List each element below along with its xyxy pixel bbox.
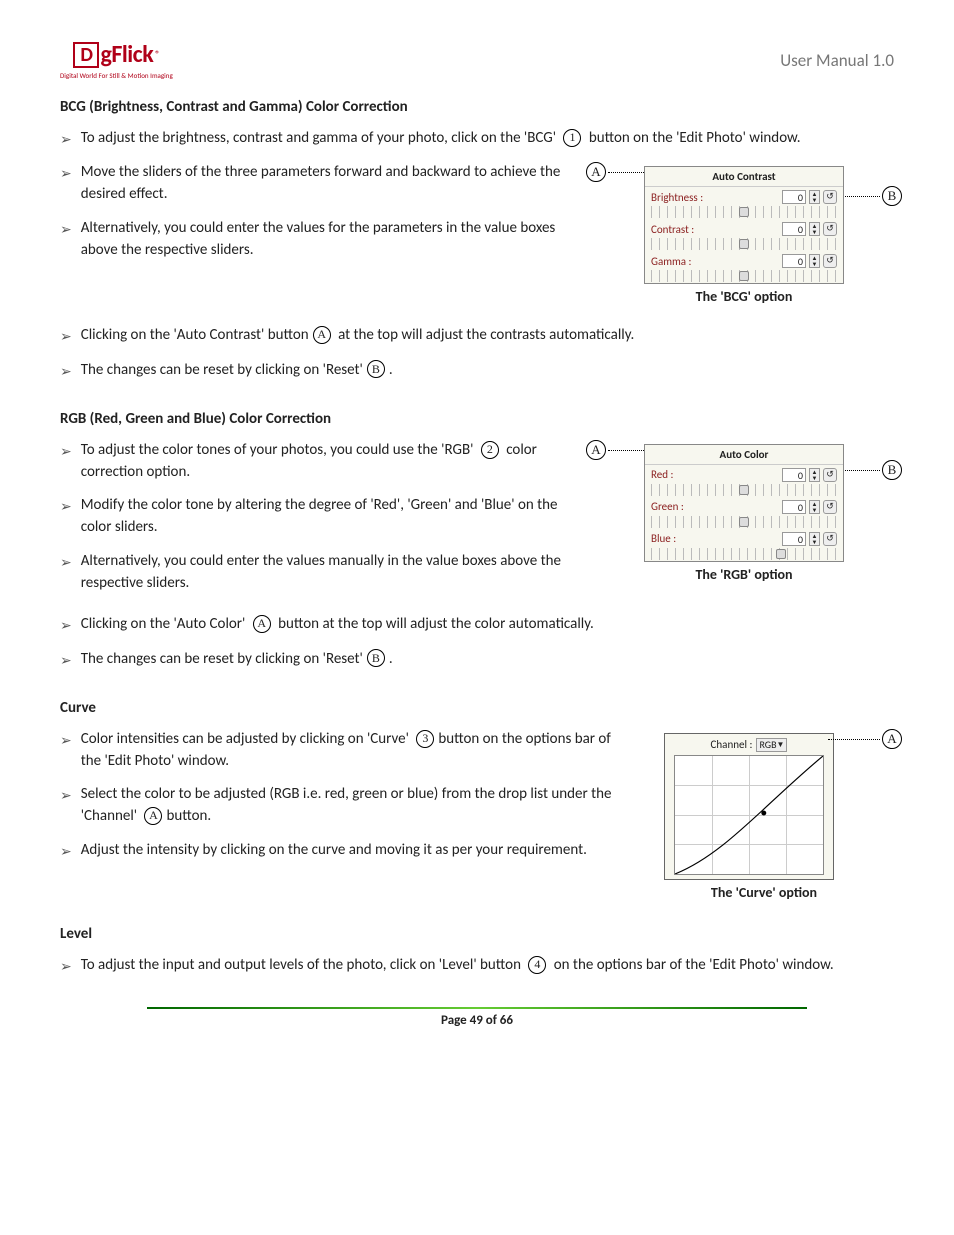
logo: DgFlick® Digital World For Still & Motio… <box>60 40 173 80</box>
mark-4-icon: 4 <box>528 956 546 974</box>
panel-caption: The 'Curve' option <box>634 884 894 901</box>
reset-icon[interactable]: ↺ <box>823 222 837 236</box>
callout-A-icon: A <box>586 440 606 460</box>
bullet: To adjust the brightness, contrast and g… <box>83 128 894 150</box>
page-header: DgFlick® Digital World For Still & Motio… <box>60 40 894 80</box>
heading-rgb: RGB (Red, Green and Blue) Color Correcti… <box>60 410 894 428</box>
channel-label: Channel : <box>711 738 753 751</box>
mark-B-icon: B <box>367 649 385 667</box>
label-blue: Blue : <box>651 532 676 545</box>
callout-A-icon: A <box>586 162 606 182</box>
red-stepper[interactable]: ▲▼ <box>809 468 820 482</box>
channel-select[interactable]: RGB ▼ <box>756 738 787 752</box>
page-number: Page 49 of 66 <box>60 1013 894 1028</box>
mark-3-icon: 3 <box>416 730 434 748</box>
bullet: To adjust the input and output levels of… <box>83 955 894 977</box>
mark-A-icon: A <box>313 326 331 344</box>
bullet: Move the sliders of the three parameters… <box>83 162 574 206</box>
bullet: Modify the color tone by altering the de… <box>83 495 574 539</box>
green-stepper[interactable]: ▲▼ <box>809 500 820 514</box>
rgb-panel: Auto Color Red : 0 ▲▼ ↺ Green : 0 <box>644 444 844 562</box>
label-contrast: Contrast : <box>651 223 694 236</box>
bullet: Adjust the intensity by clicking on the … <box>83 840 614 862</box>
bullet: The changes can be reset by clicking on … <box>83 360 894 382</box>
curve-canvas[interactable] <box>674 755 824 875</box>
mark-B-icon: B <box>367 360 385 378</box>
label-green: Green : <box>651 500 684 513</box>
bullet: The changes can be reset by clicking on … <box>83 649 894 671</box>
reset-icon[interactable]: ↺ <box>823 532 837 546</box>
brightness-slider[interactable] <box>651 206 837 218</box>
bullet: Alternatively, you could enter the value… <box>83 551 574 595</box>
curve-panel: Channel : RGB ▼ <box>664 733 834 880</box>
contrast-slider[interactable] <box>651 238 837 250</box>
header-title: User Manual 1.0 <box>780 50 894 71</box>
bullet: Select the color to be adjusted (RGB i.e… <box>83 784 614 828</box>
auto-contrast-button[interactable]: Auto Contrast <box>645 167 843 187</box>
gamma-stepper[interactable]: ▲▼ <box>809 254 820 268</box>
bullet: Clicking on the 'Auto Color' A button at… <box>83 614 894 636</box>
mark-2-icon: 2 <box>481 441 499 459</box>
bcg-panel: Auto Contrast Brightness : 0 ▲▼ ↺ Contra… <box>644 166 844 284</box>
page-footer: Page 49 of 66 <box>60 1007 894 1028</box>
blue-slider[interactable] <box>651 548 837 560</box>
heading-level: Level <box>60 925 894 943</box>
red-slider[interactable] <box>651 484 837 496</box>
bullet: Clicking on the 'Auto Contrast' buttonA … <box>83 325 894 347</box>
chevron-down-icon: ▼ <box>777 740 785 750</box>
callout-A-icon: A <box>882 729 902 749</box>
label-brightness: Brightness : <box>651 191 703 204</box>
bullet: Alternatively, you could enter the value… <box>83 218 574 262</box>
logo-tagline: Digital World For Still & Motion Imaging <box>60 71 173 80</box>
brightness-input[interactable]: 0 <box>782 190 806 204</box>
reset-icon[interactable]: ↺ <box>823 468 837 482</box>
auto-color-button[interactable]: Auto Color <box>645 445 843 465</box>
gamma-input[interactable]: 0 <box>782 254 806 268</box>
reset-icon[interactable]: ↺ <box>823 190 837 204</box>
heading-bcg: BCG (Brightness, Contrast and Gamma) Col… <box>60 98 894 116</box>
bullet: To adjust the color tones of your photos… <box>83 440 574 484</box>
reset-icon[interactable]: ↺ <box>823 254 837 268</box>
heading-curve: Curve <box>60 699 894 717</box>
red-input[interactable]: 0 <box>782 468 806 482</box>
callout-B-icon: B <box>882 186 902 206</box>
panel-caption: The 'RGB' option <box>594 566 894 583</box>
mark-A-icon: A <box>144 807 162 825</box>
bullet: Color intensities can be adjusted by cli… <box>83 729 614 773</box>
label-gamma: Gamma : <box>651 255 691 268</box>
label-red: Red : <box>651 468 673 481</box>
mark-A-icon: A <box>253 615 271 633</box>
panel-caption: The 'BCG' option <box>594 288 894 305</box>
blue-stepper[interactable]: ▲▼ <box>809 532 820 546</box>
reset-icon[interactable]: ↺ <box>823 500 837 514</box>
gamma-slider[interactable] <box>651 270 837 282</box>
green-slider[interactable] <box>651 516 837 528</box>
contrast-input[interactable]: 0 <box>782 222 806 236</box>
contrast-stepper[interactable]: ▲▼ <box>809 222 820 236</box>
mark-1-icon: 1 <box>563 129 581 147</box>
green-input[interactable]: 0 <box>782 500 806 514</box>
callout-B-icon: B <box>882 460 902 480</box>
brightness-stepper[interactable]: ▲▼ <box>809 190 820 204</box>
blue-input[interactable]: 0 <box>782 532 806 546</box>
